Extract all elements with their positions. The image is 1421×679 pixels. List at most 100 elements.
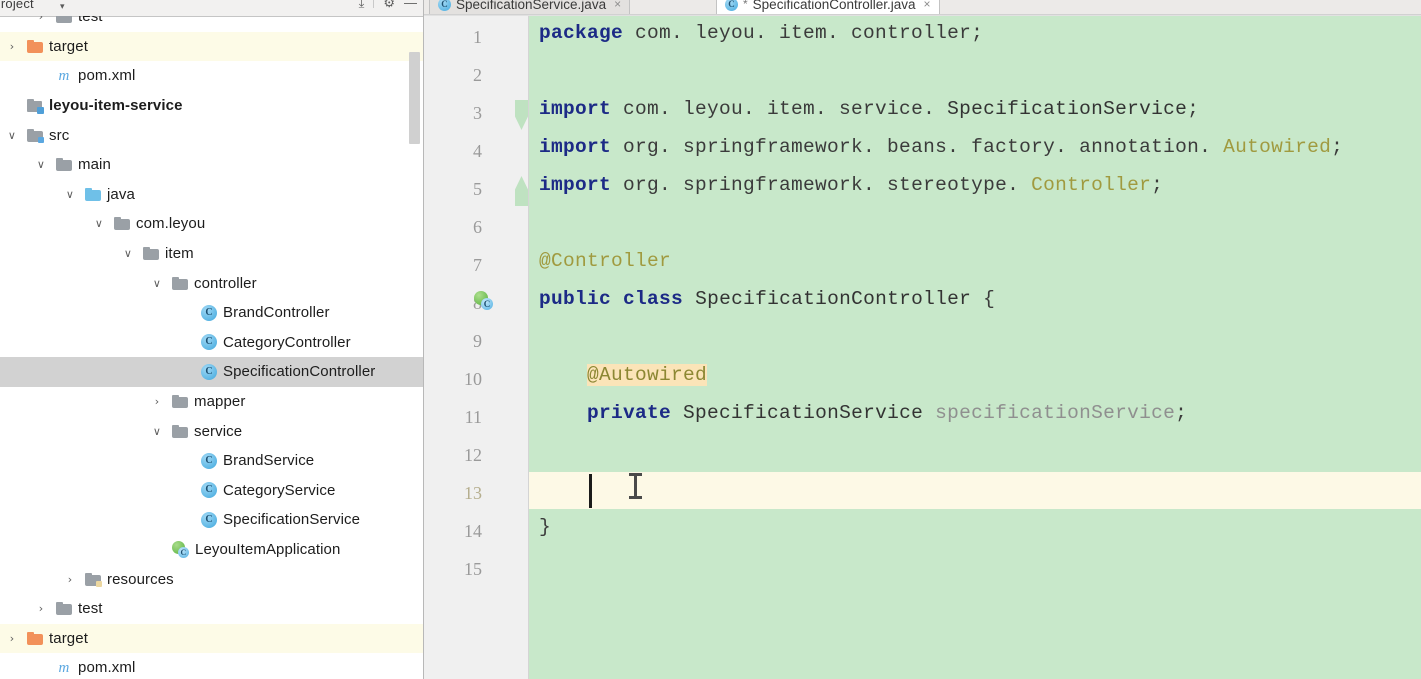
chevron-right-icon[interactable]: › [6, 40, 18, 52]
tree-row[interactable]: ›CLeyouItemApplication [0, 535, 423, 565]
tree-row[interactable]: ∨ service [0, 416, 423, 446]
tree-row[interactable]: ›CCategoryService [0, 476, 423, 506]
chevron-right-icon[interactable]: › [35, 16, 47, 23]
package-icon [143, 247, 159, 261]
spring-bean-icon[interactable]: C [474, 291, 493, 310]
code-line: @Autowired [529, 356, 1421, 394]
editor-tab[interactable]: C * SpecificationController.java × [716, 0, 940, 14]
folder-excluded-icon [27, 631, 43, 645]
chevron-down-icon[interactable]: ∨ [151, 277, 163, 289]
tree-row[interactable]: ∨ java [0, 180, 423, 210]
tree-row[interactable]: ›CBrandService [0, 446, 423, 476]
tree-row[interactable]: ›CSpecificationService [0, 505, 423, 535]
code-line: private SpecificationService specificati… [529, 394, 1421, 432]
code-token: package [539, 22, 624, 44]
code-line: public class SpecificationController { [529, 280, 1421, 318]
code-token: @Autowired [587, 364, 708, 386]
line-number: 12 [464, 445, 482, 465]
hide-icon[interactable]: ― [404, 0, 417, 11]
code-fold-marker[interactable] [515, 100, 528, 130]
line-number: 15 [464, 559, 482, 579]
project-tree[interactable]: ›test›target›mpom.xml›leyou-item-service… [0, 16, 423, 679]
tree-row[interactable]: ∨ com.leyou [0, 209, 423, 239]
tree-row[interactable]: › test [0, 594, 423, 624]
chevron-down-icon[interactable]: ∨ [122, 248, 134, 260]
package-icon [114, 217, 130, 231]
folder-excluded-icon [27, 39, 43, 53]
chevron-right-icon[interactable]: › [151, 396, 163, 408]
package-icon [172, 276, 188, 290]
chevron-down-icon[interactable]: ∨ [93, 218, 105, 230]
tree-row[interactable]: ›leyou-item-service [0, 91, 423, 121]
folder-icon [56, 602, 72, 616]
close-icon[interactable]: × [924, 0, 931, 11]
editor-gutter[interactable]: 123456789101112131415C [424, 14, 529, 679]
ide-window: Project ▾ ⤓ ⚙ ― ›test›target›mpom.xml›le… [0, 0, 1421, 679]
chevron-down-icon[interactable]: ∨ [6, 129, 18, 141]
resources-folder-icon [85, 572, 102, 587]
tree-row[interactable]: ∨ main [0, 150, 423, 180]
code-token: ; [1331, 136, 1344, 158]
tree-row[interactable]: ›CCategoryController [0, 328, 423, 358]
chevron-down-icon[interactable]: ∨ [64, 188, 76, 200]
project-scrollbar-thumb[interactable] [409, 52, 420, 144]
code-fold-marker[interactable] [515, 176, 528, 206]
line-number: 10 [464, 369, 482, 389]
tree-row[interactable]: › target [0, 623, 423, 654]
java-class-icon: C [725, 0, 738, 11]
chevron-right-icon[interactable]: › [64, 573, 76, 585]
line-number: 2 [473, 65, 482, 85]
line-number: 5 [473, 179, 482, 199]
line-number: 6 [473, 217, 482, 237]
tree-row[interactable]: › resources [0, 564, 423, 594]
tree-row-label: test [78, 16, 103, 26]
tree-row[interactable]: › target [0, 31, 423, 62]
tree-row-label: LeyouItemApplication [195, 541, 341, 559]
tree-row[interactable]: › mapper [0, 387, 423, 417]
chevron-right-icon[interactable]: › [6, 632, 18, 644]
tree-row-label: com.leyou [136, 215, 206, 233]
tree-row[interactable]: ›CBrandController [0, 298, 423, 328]
chevron-down-icon[interactable]: ∨ [151, 425, 163, 437]
project-scrollbar-track[interactable] [408, 16, 422, 679]
settings-icon[interactable]: ⚙ [383, 0, 395, 11]
code-token: ; [1187, 98, 1200, 120]
tree-row[interactable]: ›CSpecificationController [0, 357, 423, 387]
close-icon[interactable]: × [614, 0, 621, 11]
line-number: 13 [464, 483, 482, 503]
editor-tab[interactable]: C SpecificationService.java × [429, 0, 631, 14]
code-token: { [971, 288, 996, 310]
code-text-area[interactable]: package com. leyou. item. controller; imp… [529, 14, 1421, 679]
chevron-right-icon[interactable]: › [35, 603, 47, 615]
tree-row[interactable]: ∨ src [0, 120, 423, 150]
collapse-all-icon[interactable]: ⤓ [359, 0, 365, 11]
code-token: SpecificationService [947, 98, 1188, 120]
java-class-icon: C [201, 511, 217, 528]
package-icon [172, 424, 188, 438]
editor-tab-strip: C SpecificationService.java × C * Specificati… [424, 0, 1421, 15]
tree-row-label: controller [194, 274, 257, 292]
tree-row[interactable]: ›mpom.xml [0, 653, 423, 679]
line-number: 1 [473, 27, 482, 47]
project-panel-title: Project [0, 0, 34, 11]
modified-indicator-icon: * [743, 0, 748, 11]
tree-row-label: SpecificationService [223, 511, 361, 529]
chevron-down-icon[interactable]: ▾ [60, 1, 65, 12]
tree-row[interactable]: ∨ controller [0, 268, 423, 298]
spring-boot-app-icon: C [172, 541, 189, 559]
tree-row[interactable]: › test [0, 16, 423, 32]
code-token: SpecificationService [683, 402, 924, 424]
tree-row-label: BrandService [223, 452, 315, 470]
chevron-down-icon[interactable]: ∨ [35, 159, 47, 171]
tree-row-label: target [49, 629, 88, 647]
line-number: 9 [473, 331, 482, 351]
tree-row[interactable]: ∨ item [0, 239, 423, 269]
tree-row-label: main [78, 156, 111, 174]
java-class-icon: C [438, 0, 451, 11]
code-line: import org. springframework. beans. fact… [529, 128, 1421, 166]
tree-row[interactable]: ›mpom.xml [0, 61, 423, 91]
tree-row-label: CategoryController [223, 333, 351, 351]
